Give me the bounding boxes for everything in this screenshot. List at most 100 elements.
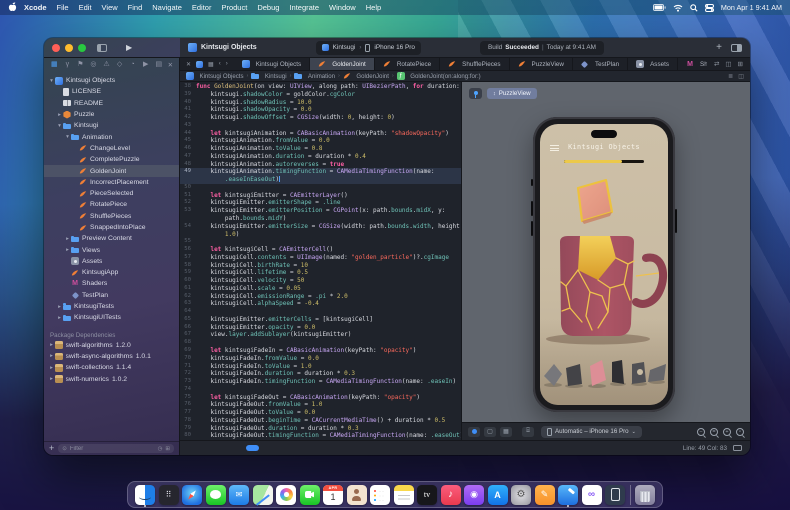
- issues-icon[interactable]: ⚠: [102, 59, 111, 71]
- finder-dock-icon[interactable]: [135, 485, 155, 505]
- code-line[interactable]: 54 kintsugiEmitter.emitterSize = CGSize(…: [180, 223, 461, 231]
- add-file-button[interactable]: +: [49, 444, 54, 453]
- control-center-icon[interactable]: [705, 4, 714, 12]
- line-number[interactable]: 48: [180, 161, 196, 169]
- disclosure-icon[interactable]: ▸: [56, 112, 63, 118]
- source-editor[interactable]: 38func GoldenJoint(on view: UIView, alon…: [180, 82, 462, 440]
- disclosure-icon[interactable]: ▸: [48, 353, 55, 359]
- navigator-item-shaders[interactable]: MShaders: [44, 278, 179, 289]
- code-line[interactable]: 56 let kintsugiCell = CAEmitterCell(): [180, 246, 461, 254]
- breadcrumb-0[interactable]: Kintsugi Objects: [186, 72, 244, 80]
- breadcrumb-2[interactable]: Animation: [294, 72, 335, 80]
- line-number[interactable]: 70: [180, 355, 196, 363]
- breadcrumb-1[interactable]: Kintsugi: [251, 72, 286, 80]
- package-swift-numerics[interactable]: ▸swift-numerics1.0.2: [44, 373, 179, 384]
- line-number[interactable]: 47: [180, 153, 196, 161]
- code-line[interactable]: 63 kintsugiCell.alphaSpeed = -0.4: [180, 300, 461, 308]
- library-add-button[interactable]: +: [716, 43, 722, 53]
- line-number[interactable]: 78: [180, 417, 196, 425]
- zoom-window-button[interactable]: [78, 44, 86, 52]
- disclosure-icon[interactable]: ▸: [48, 365, 55, 371]
- close-tab-icon[interactable]: ✕: [186, 61, 191, 68]
- podcasts-dock-icon[interactable]: ◉: [464, 485, 484, 505]
- line-number[interactable]: 39: [180, 91, 196, 99]
- line-number[interactable]: 62: [180, 293, 196, 301]
- scope-filter-icon[interactable]: ⊞: [165, 446, 170, 452]
- line-number[interactable]: 63: [180, 300, 196, 308]
- tab-shaders[interactable]: MShaders: [678, 58, 707, 70]
- code-line[interactable]: 68: [180, 339, 461, 347]
- display-icon[interactable]: [733, 445, 742, 452]
- menu-clock[interactable]: Mon Apr 1 9:41 AM: [721, 3, 782, 12]
- line-number[interactable]: 80: [180, 432, 196, 440]
- line-number[interactable]: 79: [180, 425, 196, 433]
- navigator-item-kintsugi-objects[interactable]: ▾Kintsugi Objects: [44, 75, 179, 86]
- mail-dock-icon[interactable]: ✉: [229, 485, 249, 505]
- line-number[interactable]: 38: [180, 83, 196, 91]
- settings-dock-icon[interactable]: ⚙: [511, 485, 531, 505]
- messages-dock-icon[interactable]: [206, 485, 226, 505]
- forward-icon[interactable]: ›: [226, 61, 228, 67]
- code-line[interactable]: path.bounds.midY): [180, 215, 461, 223]
- code-line[interactable]: 47 kintsugiAnimation.duration = duration…: [180, 153, 461, 161]
- launchpad-dock-icon[interactable]: ⠿: [159, 485, 179, 505]
- code-line[interactable]: 42 kintsugi.shadowOffset = CGSize(width:…: [180, 114, 461, 122]
- navigator-item-assets[interactable]: Assets: [44, 256, 179, 267]
- line-number[interactable]: 57: [180, 254, 196, 262]
- battery-icon[interactable]: [653, 4, 666, 11]
- search-icon[interactable]: [690, 4, 698, 12]
- find-icon[interactable]: ◎: [89, 59, 98, 71]
- grid-icon[interactable]: ▦: [208, 61, 214, 68]
- disclosure-icon[interactable]: ▸: [48, 376, 55, 382]
- code-line[interactable]: 43: [180, 122, 461, 130]
- line-number[interactable]: 66: [180, 324, 196, 332]
- close-window-button[interactable]: [52, 44, 60, 52]
- adjust-editor-icon[interactable]: ◫: [738, 73, 744, 80]
- line-number[interactable]: 64: [180, 308, 196, 316]
- variants-button[interactable]: ▦: [500, 427, 512, 437]
- appstore-dock-icon[interactable]: A: [488, 485, 508, 505]
- preview-target-chip[interactable]: ↕ PuzzleView: [487, 88, 537, 99]
- menu-edit[interactable]: Edit: [74, 3, 97, 12]
- navigator-item-kintsugi[interactable]: ▾Kintsugi: [44, 120, 179, 131]
- code-line[interactable]: 51 let kintsugiEmitter = CAEmitterLayer(…: [180, 192, 461, 200]
- zoom-fit-icon[interactable]: ▫: [736, 428, 744, 436]
- line-number[interactable]: 44: [180, 130, 196, 138]
- code-line[interactable]: 66 kintsugiEmitter.opacity = 0.0: [180, 324, 461, 332]
- hamburger-menu-icon[interactable]: [550, 145, 559, 153]
- code-line[interactable]: .easeInEaseOut): [180, 176, 461, 184]
- toggle-inspector-icon[interactable]: [731, 44, 742, 52]
- line-number[interactable]: 71: [180, 363, 196, 371]
- zoom-in-icon[interactable]: +: [723, 428, 731, 436]
- line-number[interactable]: 69: [180, 347, 196, 355]
- code-line[interactable]: 38func GoldenJoint(on view: UIView, alon…: [180, 83, 461, 91]
- line-number[interactable]: 42: [180, 114, 196, 122]
- tab-shufflepieces[interactable]: ShufflePieces: [440, 58, 509, 70]
- package-swift-collections[interactable]: ▸swift-collections1.1.4: [44, 362, 179, 373]
- xcode-dock-icon[interactable]: [558, 485, 578, 505]
- disclosure-icon[interactable]: ▸: [48, 342, 55, 348]
- code-line[interactable]: 45 kintsugiAnimation.fromValue = 0.0: [180, 137, 461, 145]
- bookmarks-icon[interactable]: ⚑: [76, 59, 85, 71]
- navigator-item-puzzle[interactable]: ▸Puzzle: [44, 109, 179, 120]
- photos-dock-icon[interactable]: [276, 485, 296, 505]
- zoom-actual-icon[interactable]: =: [710, 428, 718, 436]
- code-line[interactable]: 79 kintsugiFadeOut.duration = duration *…: [180, 425, 461, 433]
- line-number[interactable]: 77: [180, 409, 196, 417]
- minimap-icon[interactable]: ≣: [728, 73, 733, 80]
- live-preview-button[interactable]: [468, 427, 480, 437]
- navigator-item-changelevel[interactable]: ChangeLevel: [44, 143, 179, 154]
- code-line[interactable]: 77 kintsugiFadeOut.toValue = 0.0: [180, 409, 461, 417]
- debug-icon[interactable]: ◔: [128, 59, 137, 71]
- minimize-window-button[interactable]: [65, 44, 73, 52]
- safari-dock-icon[interactable]: [182, 485, 202, 505]
- code-line[interactable]: 52 kintsugiEmitter.emitterShape = .line: [180, 199, 461, 207]
- preview-device-menu[interactable]: Automatic – iPhone 16 Pro ⌄: [541, 426, 642, 438]
- disclosure-icon[interactable]: ▾: [48, 78, 55, 84]
- wifi-icon[interactable]: [673, 4, 683, 12]
- tab-rotatepiece[interactable]: RotatePiece: [375, 58, 440, 70]
- mirroring-dock-icon[interactable]: [605, 485, 625, 505]
- code-line[interactable]: 48 kintsugiAnimation.autoreverses = true: [180, 161, 461, 169]
- navigator-item-kintsugiapp[interactable]: KintsugiApp: [44, 267, 179, 278]
- line-number[interactable]: 65: [180, 316, 196, 324]
